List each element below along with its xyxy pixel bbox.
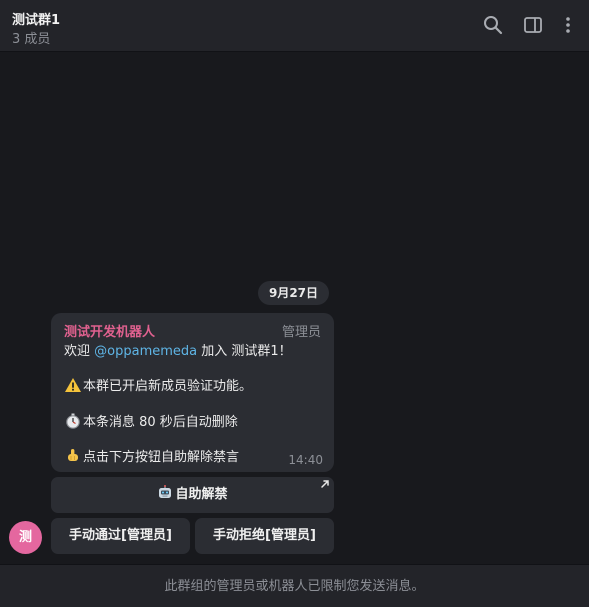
admin-badge: 管理员	[281, 325, 321, 340]
chat-title[interactable]: 测试群1	[12, 9, 60, 28]
chat-header: 测试群1 3 成员	[0, 0, 589, 52]
button-hint-line: 点击下方按钮自助解除禁言	[64, 446, 239, 465]
restricted-notice: 此群组的管理员或机器人已限制您发送消息。	[0, 564, 589, 607]
stopwatch-icon	[64, 413, 82, 429]
avatar[interactable]: 测	[9, 521, 42, 554]
welcome-line: 欢迎 @oppamemeda 加入 测试群1！	[64, 340, 292, 359]
approve-button[interactable]: 手动通过[管理员]	[51, 518, 190, 554]
pointing-down-icon	[64, 448, 82, 464]
robot-icon	[157, 485, 173, 500]
self-unban-label: 自助解禁	[175, 487, 228, 502]
reject-button[interactable]: 手动拒绝[管理员]	[195, 518, 334, 554]
message-time: 14:40	[288, 453, 323, 467]
delete-text: 本条消息 80 秒后自动删除	[83, 415, 238, 430]
sender-name[interactable]: 测试开发机器人	[64, 321, 155, 340]
message-bubble: 测试开发机器人 管理员 欢迎 @oppamemeda 加入 测试群1！ 本群已开…	[51, 313, 334, 472]
delete-line: 本条消息 80 秒后自动删除	[64, 411, 238, 430]
verify-line: 本群已开启新成员验证功能。	[64, 375, 252, 394]
welcome-prefix: 欢迎	[64, 344, 95, 359]
date-separator: 9月27日	[258, 281, 329, 305]
user-mention-link[interactable]: @oppamemeda	[94, 344, 197, 359]
warning-icon	[64, 377, 82, 393]
external-link-arrow-icon	[320, 479, 330, 489]
verify-text: 本群已开启新成员验证功能。	[83, 379, 253, 394]
more-vertical-icon[interactable]	[557, 14, 579, 36]
search-icon[interactable]	[482, 14, 504, 36]
button-hint-text: 点击下方按钮自助解除禁言	[83, 450, 240, 465]
welcome-suffix: 加入 测试群1！	[197, 344, 292, 359]
sidebar-toggle-icon[interactable]	[522, 14, 544, 36]
member-count[interactable]: 3 成员	[12, 28, 50, 47]
self-unban-button[interactable]: 自助解禁	[51, 477, 334, 513]
